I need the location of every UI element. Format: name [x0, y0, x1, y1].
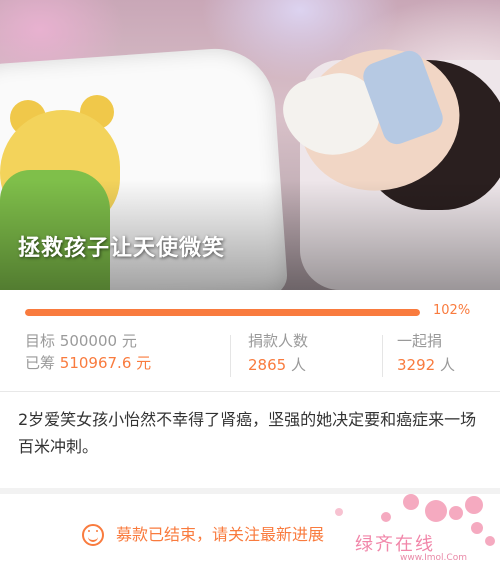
together-stat: 一起捐 3292 人 [397, 330, 497, 382]
raised-row: 已筹 510967.6 元 [25, 352, 235, 374]
stats-row: 目标 500000 元 已筹 510967.6 元 捐款人数 2865 人 一起… [0, 330, 500, 382]
watermark-url: www.Imol.Com [400, 553, 467, 563]
progress-fill [25, 309, 420, 316]
goal-value: 500000 [59, 332, 118, 350]
progress-percent: 102% [433, 303, 471, 318]
stat-divider [230, 335, 231, 377]
goal-stat: 目标 500000 元 已筹 510967.6 元 [25, 330, 235, 382]
raised-value: 510967.6 [59, 354, 132, 372]
donors-unit: 人 [290, 356, 306, 374]
goal-unit: 元 [121, 332, 137, 350]
donors-stat: 捐款人数 2865 人 [248, 330, 373, 382]
watermark-logo: 绿齐在线 www.Imol.Com [315, 494, 500, 573]
campaign-description: 2岁爱笑女孩小怡然不幸得了肾癌，坚强的她决定要和癌症来一场百米冲刺。 [18, 410, 477, 456]
raised-unit: 元 [136, 354, 152, 372]
goal-label: 目标 [25, 332, 56, 350]
campaign-ended-text[interactable]: 募款已结束，请关注最新进展 [116, 524, 324, 546]
donors-label: 捐款人数 [248, 332, 309, 350]
campaign-title: 拯救孩子让天使微笑 [18, 236, 226, 261]
stat-divider [382, 335, 383, 377]
together-value: 3292 [397, 356, 436, 374]
section-divider [0, 391, 500, 392]
progress-track [25, 309, 420, 316]
together-unit: 人 [439, 356, 455, 374]
progress-bar: 102% [25, 303, 495, 320]
raised-label: 已筹 [25, 354, 56, 372]
hero-image: 拯救孩子让天使微笑 [0, 0, 500, 290]
donors-value: 2865 [248, 356, 287, 374]
together-label: 一起捐 [397, 332, 443, 350]
footer-status: 募款已结束，请关注最新进展 绿齐在线 www.Imol.Com [0, 494, 500, 573]
smile-icon [82, 524, 104, 546]
goal-row: 目标 500000 元 [25, 330, 235, 352]
